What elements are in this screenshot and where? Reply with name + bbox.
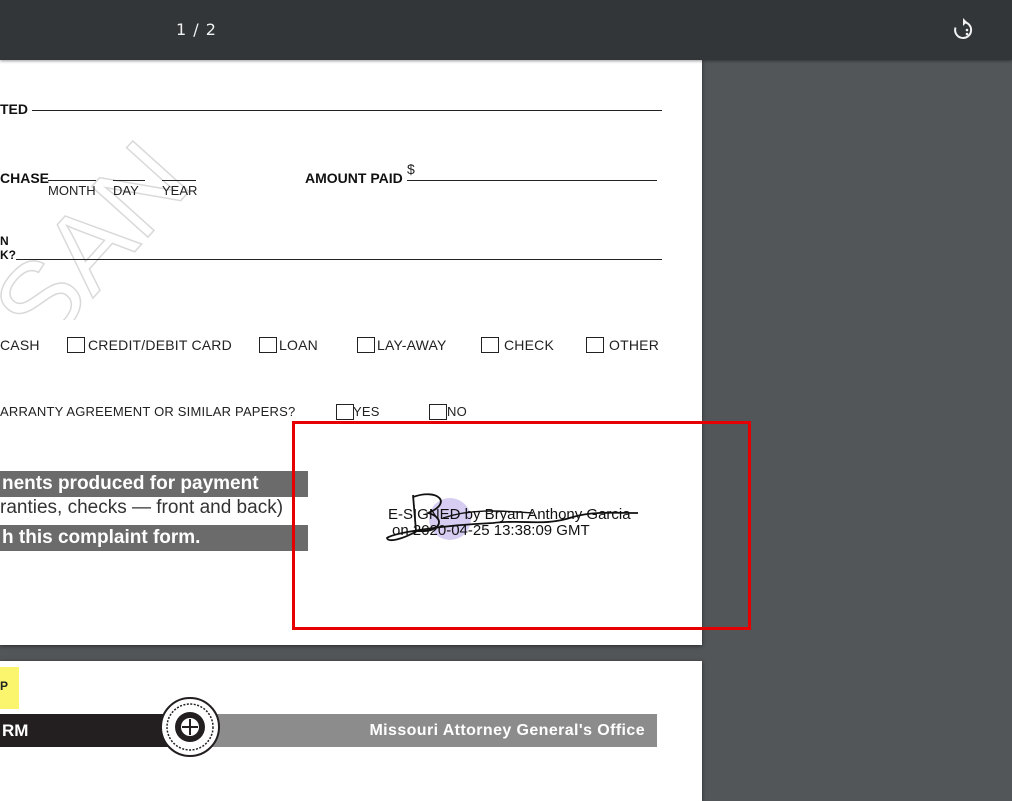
checkbox-warranty-yes[interactable] xyxy=(336,404,354,420)
pdf-page-2: P RM Missouri Attorney General's Office xyxy=(0,661,702,801)
warranty-yes-label: YES xyxy=(353,404,380,419)
esignature-stamp: E-SIGNED by Bryan Anthony Garcia on 2020… xyxy=(388,507,631,539)
esignature-line-2: on 2020-04-25 13:38:09 GMT xyxy=(392,522,590,539)
month-label: MONTH xyxy=(48,183,96,198)
year-line xyxy=(162,180,196,181)
payment-option-cash: CASH xyxy=(0,337,40,353)
month-line xyxy=(48,180,96,181)
row3-label-line1: N xyxy=(0,234,9,248)
checkbox-lay-away[interactable] xyxy=(357,337,375,353)
payment-option-check: CHECK xyxy=(504,337,555,353)
warranty-question: ARRANTY AGREEMENT OR SIMILAR PAPERS? xyxy=(0,404,296,419)
day-line xyxy=(113,180,145,181)
notice-banner-1: nents produced for payment xyxy=(0,471,308,497)
checkbox-credit-debit[interactable] xyxy=(67,337,85,353)
checkbox-loan[interactable] xyxy=(259,337,277,353)
payment-option-credit-debit: CREDIT/DEBIT CARD xyxy=(88,337,232,353)
notice-line-2: ranties, checks — front and back) xyxy=(0,497,284,518)
currency-symbol: $ xyxy=(407,161,415,177)
day-label: DAY xyxy=(113,183,139,198)
notice-banner-3: h this complaint form. xyxy=(0,525,308,551)
esignature-line-1: E-SIGNED by Bryan Anthony Garcia xyxy=(388,506,631,523)
amount-paid-line xyxy=(407,180,657,181)
viewer-toolbar: 1 / 2 xyxy=(0,0,1012,60)
checkbox-warranty-no[interactable] xyxy=(429,404,447,420)
row1-line xyxy=(32,110,662,111)
checkbox-other[interactable] xyxy=(586,337,604,353)
yellow-tag-text: P xyxy=(0,679,9,693)
warranty-no-label: NO xyxy=(447,404,467,419)
year-label: YEAR xyxy=(162,183,198,198)
payment-option-lay-away: LAY-AWAY xyxy=(377,337,447,353)
rotate-button[interactable] xyxy=(950,17,976,43)
amount-paid-label: AMOUNT PAID xyxy=(305,170,403,186)
payment-option-other: OTHER xyxy=(609,337,659,353)
checkbox-check[interactable] xyxy=(481,337,499,353)
page-counter: 1 / 2 xyxy=(176,20,217,39)
row3-label-line2: K? xyxy=(0,248,16,262)
state-seal-icon xyxy=(160,697,220,757)
row3-line xyxy=(16,259,662,260)
pdf-page-1: SAN TED CHASE MONTH DAY YEAR AMOUNT PAID… xyxy=(0,60,702,645)
payment-option-loan: LOAN xyxy=(279,337,318,353)
row1-label: TED xyxy=(0,101,28,117)
watermark-text: SAN xyxy=(0,119,213,320)
office-title-bar: Missouri Attorney General's Office xyxy=(210,714,657,747)
purchase-date-label: CHASE xyxy=(0,170,50,186)
rotate-icon xyxy=(954,18,973,39)
yellow-tag: P xyxy=(0,667,19,709)
